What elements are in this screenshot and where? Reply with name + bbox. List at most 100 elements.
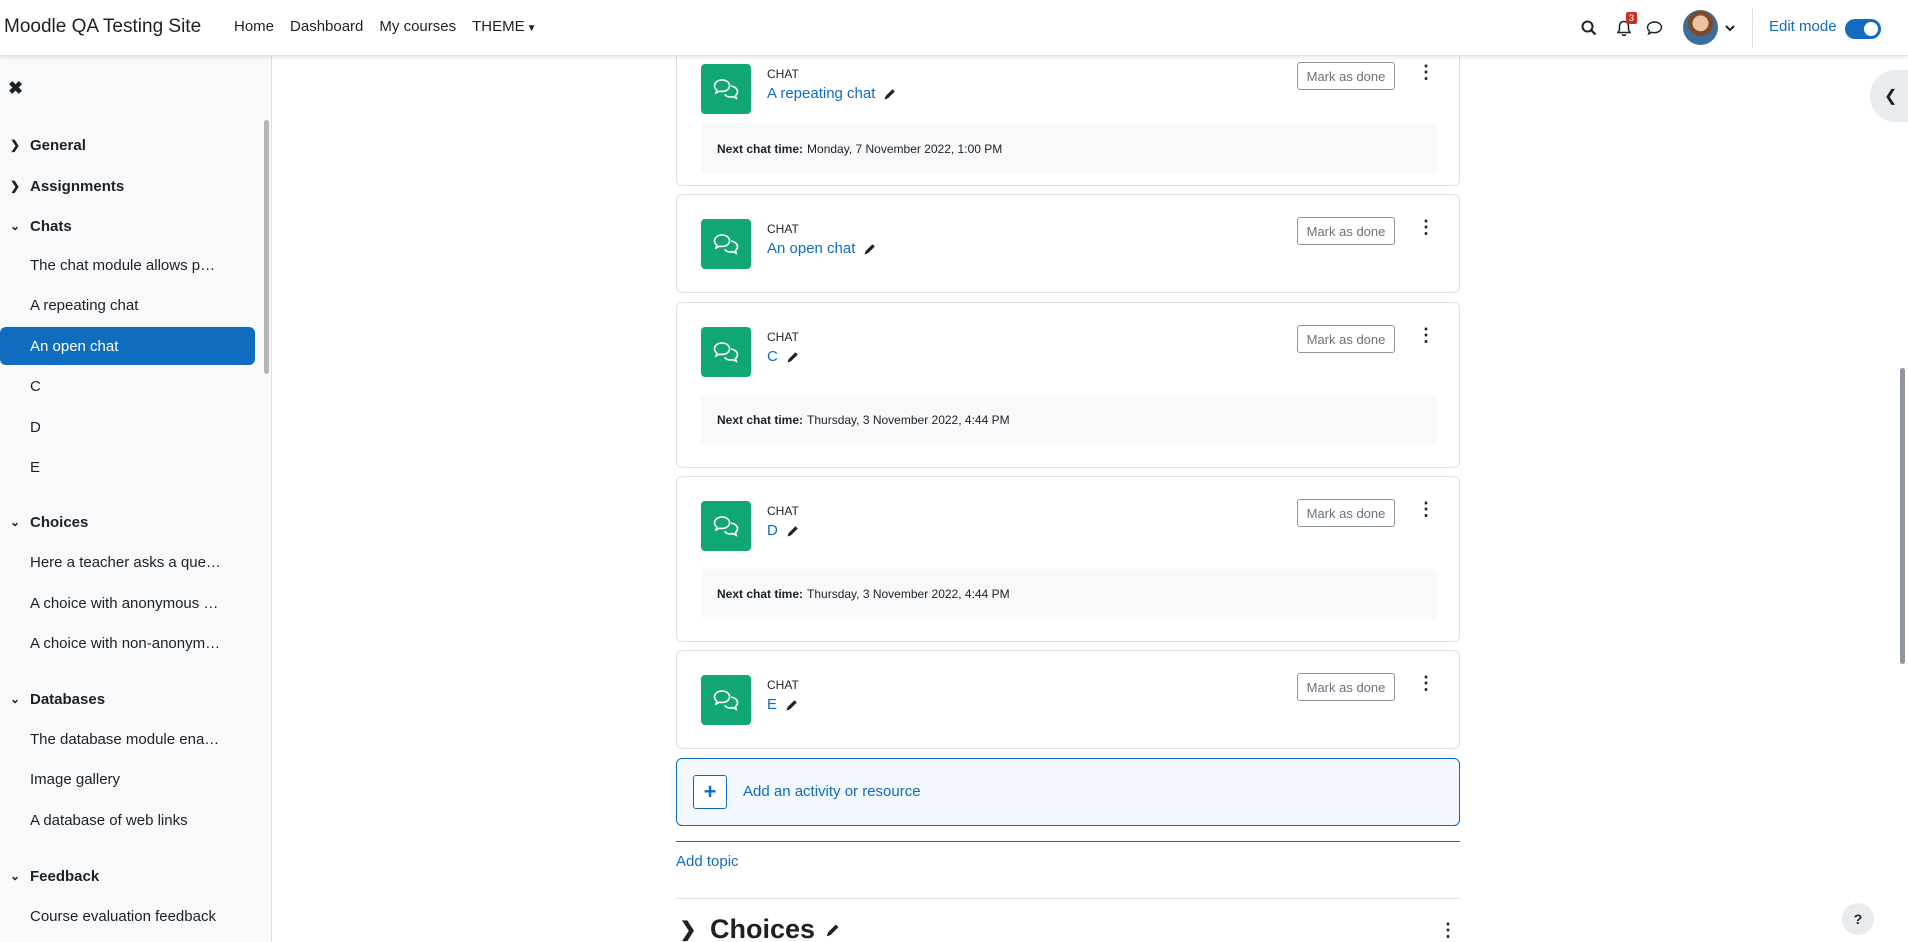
navbar-divider <box>1752 8 1753 48</box>
section-choices[interactable]: ⌄ Choices <box>0 510 88 534</box>
add-activity-button[interactable]: + Add an activity or resource <box>676 758 1460 826</box>
activity-type: CHAT <box>767 222 799 236</box>
chevron-right-icon[interactable]: ❯ <box>676 917 700 942</box>
section-title: Assignments <box>30 177 125 195</box>
sidebar-item[interactable]: A database of web links <box>0 801 255 839</box>
info-value: Monday, 7 November 2022, 1:00 PM <box>807 142 1003 156</box>
section-title: Choices <box>30 513 89 531</box>
sidebar-item[interactable]: Image gallery <box>0 760 255 798</box>
add-topic-link[interactable]: Add topic <box>676 853 739 870</box>
activity-link[interactable]: A repeating chat <box>767 85 897 102</box>
more-options-icon[interactable]: ⋮ <box>1417 217 1435 238</box>
sidebar-item[interactable]: Here a teacher asks a que… <box>0 543 255 581</box>
section-title: Databases <box>30 690 106 708</box>
activity-link[interactable]: D <box>767 522 800 539</box>
next-chat-time-box: Next chat time: Monday, 7 November 2022, … <box>701 124 1437 174</box>
pencil-icon[interactable] <box>786 350 800 364</box>
activity-card: CHAT C Mark as done ⋮ Next chat time: Thu… <box>676 302 1460 468</box>
info-value: Thursday, 3 November 2022, 4:44 PM <box>807 413 1010 427</box>
activity-type: CHAT <box>767 678 799 692</box>
activity-card: CHAT D Mark as done ⋮ Next chat time: Thu… <box>676 476 1460 642</box>
sidebar-item[interactable]: A choice with anonymous … <box>0 584 255 622</box>
chat-activity-icon <box>701 501 751 551</box>
section-databases[interactable]: ⌄ Databases <box>0 687 105 711</box>
activity-name[interactable]: E <box>767 696 777 713</box>
edit-mode-toggle[interactable] <box>1845 19 1881 39</box>
sidebar-item[interactable]: C <box>0 367 255 405</box>
nav-theme-label: THEME <box>472 18 525 35</box>
pencil-icon[interactable] <box>785 698 799 712</box>
sidebar-item[interactable]: The chat module allows p… <box>0 246 255 284</box>
sidebar-item-active[interactable]: An open chat <box>0 327 255 365</box>
pencil-icon[interactable] <box>786 524 800 538</box>
next-chat-time-box: Next chat time: Thursday, 3 November 2022… <box>701 395 1437 445</box>
edit-mode-label[interactable]: Edit mode <box>1769 18 1837 35</box>
chevron-right-icon: ❯ <box>9 138 21 152</box>
course-index-drawer: ✖ ❯ General ❯ Assignments ⌄ Chats The chat … <box>0 56 272 942</box>
nav-dashboard[interactable]: Dashboard <box>290 18 363 35</box>
section-assignments[interactable]: ❯ Assignments <box>0 174 124 198</box>
pencil-icon[interactable] <box>883 87 897 101</box>
sidebar-item[interactable]: The database module ena… <box>0 720 255 758</box>
activity-name[interactable]: C <box>767 348 778 365</box>
chat-activity-icon <box>701 219 751 269</box>
mark-as-done-button[interactable]: Mark as done <box>1297 217 1395 245</box>
mark-as-done-button[interactable]: Mark as done <box>1297 325 1395 353</box>
chevron-down-icon: ⌄ <box>9 219 21 233</box>
activity-card: CHAT E Mark as done ⋮ <box>676 650 1460 749</box>
activity-name[interactable]: A repeating chat <box>767 85 875 102</box>
activity-type: CHAT <box>767 504 799 518</box>
next-chat-time-box: Next chat time: Thursday, 3 November 2022… <box>701 569 1437 619</box>
activity-name[interactable]: D <box>767 522 778 539</box>
search-icon[interactable] <box>1578 17 1600 39</box>
notification-badge: 3 <box>1626 12 1637 24</box>
top-navbar: Moodle QA Testing Site Home Dashboard My… <box>0 0 1908 56</box>
activity-link[interactable]: C <box>767 348 800 365</box>
page-scrollbar[interactable] <box>1900 368 1905 664</box>
info-label: Next chat time: <box>717 142 804 156</box>
course-content: CHAT A repeating chat Mark as done ⋮ Nex… <box>273 56 1908 942</box>
chat-bubble-icon[interactable] <box>1643 17 1665 39</box>
sidebar-item[interactable]: A repeating chat <box>0 286 255 324</box>
sidebar-item[interactable]: D <box>0 408 255 446</box>
more-options-icon[interactable]: ⋮ <box>1417 62 1435 83</box>
activity-type: CHAT <box>767 330 799 344</box>
section-general[interactable]: ❯ General <box>0 133 86 157</box>
more-options-icon[interactable]: ⋮ <box>1417 325 1435 346</box>
help-button[interactable]: ? <box>1842 903 1874 935</box>
nav-my-courses[interactable]: My courses <box>379 18 456 35</box>
user-menu-chevron-down-icon[interactable] <box>1719 17 1741 39</box>
mark-as-done-button[interactable]: Mark as done <box>1297 62 1395 90</box>
activity-link[interactable]: E <box>767 696 799 713</box>
chevron-down-icon: ▼ <box>526 23 537 34</box>
mark-as-done-button[interactable]: Mark as done <box>1297 673 1395 701</box>
section-title: Choices <box>710 914 816 942</box>
more-options-icon[interactable]: ⋮ <box>1417 499 1435 520</box>
chevron-down-icon: ⌄ <box>9 692 21 706</box>
activity-link[interactable]: An open chat <box>767 240 877 257</box>
section-chats[interactable]: ⌄ Chats <box>0 214 72 238</box>
section-more-options-icon[interactable]: ⋮ <box>1439 920 1457 941</box>
section-feedback[interactable]: ⌄ Feedback <box>0 864 99 888</box>
add-activity-label: Add an activity or resource <box>743 783 921 800</box>
pencil-icon[interactable] <box>863 242 877 256</box>
nav-theme-menu[interactable]: THEME ▼ <box>472 18 536 35</box>
chevron-down-icon: ⌄ <box>9 869 21 883</box>
activity-name[interactable]: An open chat <box>767 240 855 257</box>
sidebar-item[interactable]: E <box>0 448 255 486</box>
pencil-icon[interactable] <box>825 922 841 938</box>
primary-navigation: Home Dashboard My courses THEME ▼ <box>234 18 553 35</box>
sidebar-item[interactable]: Course evaluation feedback <box>0 897 255 935</box>
bell-icon[interactable]: 3 <box>1613 12 1637 39</box>
mark-as-done-button[interactable]: Mark as done <box>1297 499 1395 527</box>
chat-activity-icon <box>701 64 751 114</box>
nav-home[interactable]: Home <box>234 18 274 35</box>
user-avatar[interactable] <box>1683 10 1718 45</box>
sidebar-item[interactable]: A choice with non-anonym… <box>0 624 255 662</box>
chat-activity-icon <box>701 675 751 725</box>
site-name[interactable]: Moodle QA Testing Site <box>4 16 201 38</box>
sidebar-scrollbar[interactable] <box>264 120 269 374</box>
more-options-icon[interactable]: ⋮ <box>1417 673 1435 694</box>
close-drawer-icon[interactable]: ✖ <box>8 78 23 99</box>
info-label: Next chat time: <box>717 413 804 427</box>
